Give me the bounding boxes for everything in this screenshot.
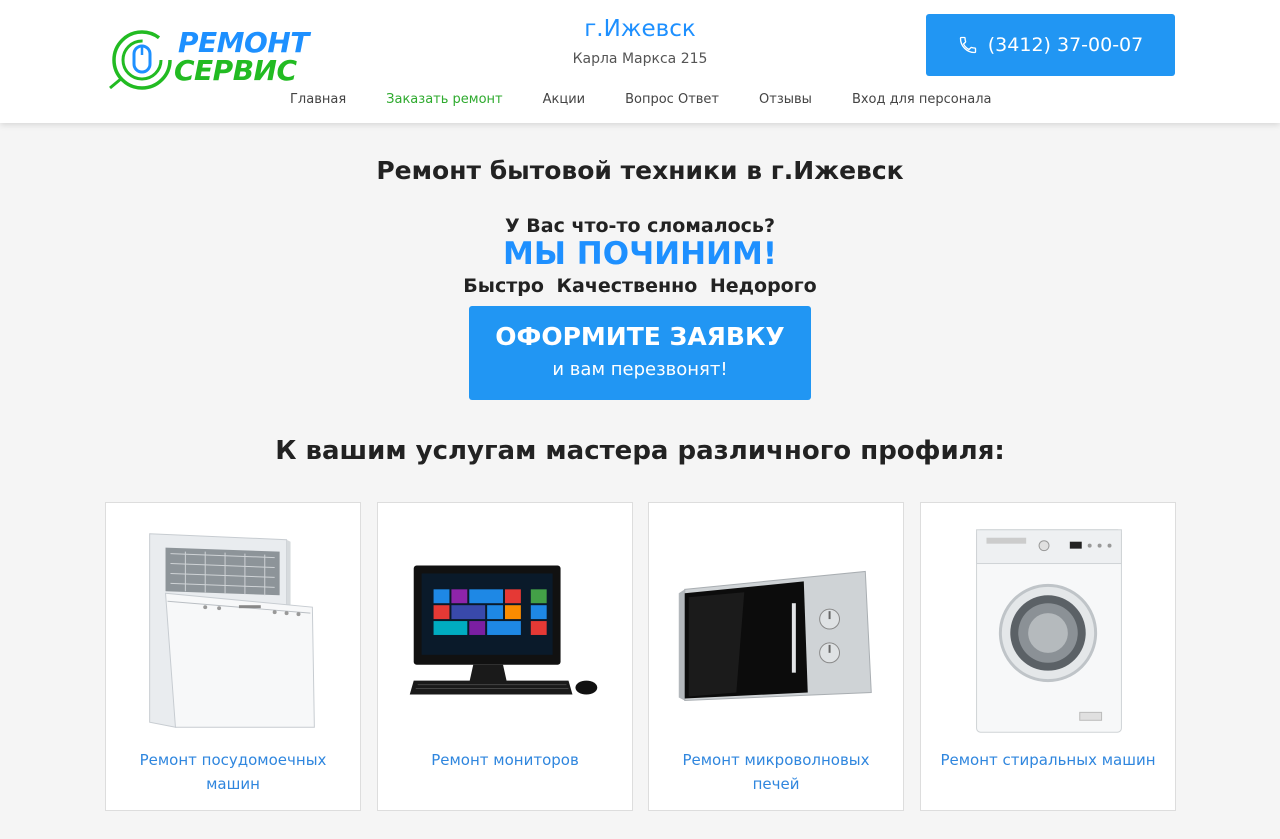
city-name: г.Ижевск: [584, 16, 696, 42]
nav-item-promotions[interactable]: Акции: [543, 90, 586, 110]
service-card-microwave[interactable]: Ремонт микроволновых печей: [648, 502, 904, 811]
mouse-logo-icon: [109, 30, 172, 90]
hero-advantages: Быстро Качественно Недорого: [463, 275, 817, 297]
nav-item-reviews[interactable]: Отзывы: [759, 90, 812, 110]
order-request-button[interactable]: ОФОРМИТЕ ЗАЯВКУ и вам перезвонят!: [469, 306, 811, 400]
nav-item-staff-login[interactable]: Вход для персонала: [852, 90, 992, 110]
service-card-washing-machine[interactable]: Ремонт стиральных машин: [920, 502, 1176, 811]
monitor-image: [409, 565, 598, 695]
page-title: Ремонт бытовой техники в г.Ижевск: [376, 156, 904, 185]
phone-number: (3412) 37-00-07: [987, 34, 1144, 56]
nav-item-home[interactable]: Главная: [290, 90, 346, 110]
order-button-title: ОФОРМИТЕ ЗАЯВКУ: [495, 322, 785, 351]
service-label: Ремонт микроволновых печей: [682, 751, 870, 793]
hero-question: У Вас что-то сломалось?: [505, 215, 775, 237]
service-card-monitor[interactable]: Ремонт мониторов: [377, 502, 633, 811]
phone-icon: [959, 36, 976, 54]
washing-machine-image: [976, 529, 1122, 733]
hero-slogan: МЫ ПОЧИНИМ!: [503, 236, 777, 272]
service-card-dishwasher[interactable]: Ремонт посудомоечных машин: [105, 502, 361, 811]
nav-item-faq[interactable]: Вопрос Ответ: [625, 90, 719, 110]
service-label: Ремонт стиральных машин: [940, 751, 1156, 769]
site-logo[interactable]: РЕМОНТ СЕРВИС: [108, 26, 318, 96]
nav-item-order-repair[interactable]: Заказать ремонт: [386, 90, 502, 110]
site-header: РЕМОНТ СЕРВИС г.Ижевск Карла Маркса 215 …: [0, 0, 1280, 123]
services-title: К вашим услугам мастера различного профи…: [275, 436, 1005, 466]
main-nav: Главная Заказать ремонт Акции Вопрос Отв…: [290, 90, 1031, 110]
order-button-subtitle: и вам перезвонят!: [552, 359, 728, 380]
microwave-image: [678, 570, 872, 701]
logo-text-bottom: СЕРВИС: [174, 54, 297, 87]
service-label: Ремонт мониторов: [431, 751, 579, 769]
service-label: Ремонт посудомоечных машин: [139, 751, 327, 793]
address: Карла Маркса 215: [572, 51, 708, 67]
phone-button[interactable]: (3412) 37-00-07: [926, 14, 1175, 76]
dishwasher-image: [149, 533, 315, 728]
